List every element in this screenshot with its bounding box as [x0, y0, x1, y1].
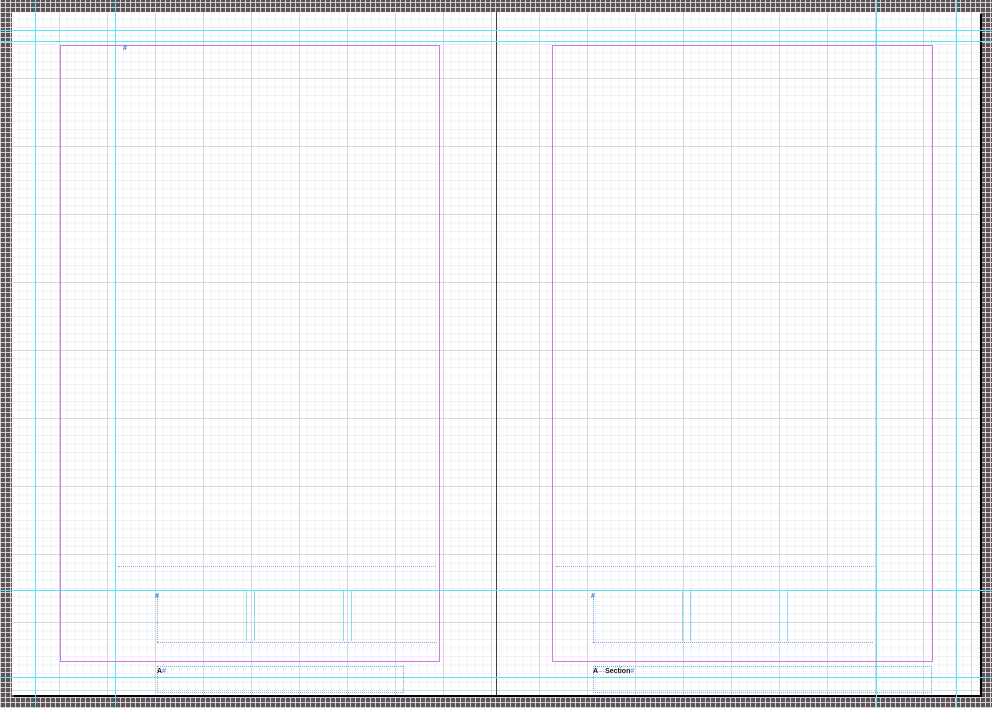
left-caption-column-divider	[351, 591, 352, 641]
right-caption-column-divider	[682, 591, 683, 641]
left-folio-frame-top-edge[interactable]	[157, 666, 403, 667]
folio-separator: —	[598, 668, 606, 675]
right-caption-frame-bottom-edge[interactable]	[593, 642, 873, 643]
folio-section: Section	[605, 668, 631, 675]
right-page-margin-box	[552, 45, 933, 662]
left-folio-frame-bottom-edge[interactable]	[157, 692, 403, 693]
guide-vertical[interactable]	[956, 0, 957, 708]
right-caption-frame-edge[interactable]	[593, 594, 594, 642]
guide-horizontal[interactable]	[0, 677, 992, 678]
right-folio-frame-bottom-edge[interactable]	[593, 692, 932, 693]
right-folio-frame-top-edge[interactable]	[593, 666, 932, 667]
right-folio-text[interactable]: A—Section#	[593, 668, 634, 676]
left-caption-column-divider	[254, 591, 255, 641]
spread-spine	[496, 12, 497, 695]
folio-marker: #	[630, 668, 635, 675]
left-caption-column-divider	[246, 591, 247, 641]
left-caption-frame-bottom-edge[interactable]	[157, 642, 437, 643]
left-folio-text[interactable]: A#	[157, 668, 166, 676]
left-caption-frame-edge[interactable]	[157, 594, 158, 642]
folio-marker: #	[162, 668, 166, 675]
left-text-frame-marker[interactable]: #	[123, 45, 127, 52]
left-caption-column-divider	[343, 591, 344, 641]
left-text-frame-bottom-edge[interactable]	[118, 566, 436, 567]
right-text-frame-bottom-edge[interactable]	[556, 566, 874, 567]
right-caption-column-divider	[787, 591, 788, 641]
guide-horizontal[interactable]	[0, 30, 992, 31]
right-caption-frame-marker[interactable]: #	[591, 593, 595, 600]
right-caption-column-divider	[690, 591, 691, 641]
guide-vertical[interactable]	[35, 0, 36, 708]
right-caption-column-divider	[779, 591, 780, 641]
guide-horizontal[interactable]	[0, 41, 992, 42]
left-page-margin-box	[60, 45, 440, 662]
left-caption-frame-marker[interactable]: #	[155, 593, 159, 600]
right-folio-frame-right-edge[interactable]	[931, 666, 932, 693]
left-folio-frame-right-edge[interactable]	[403, 666, 404, 693]
